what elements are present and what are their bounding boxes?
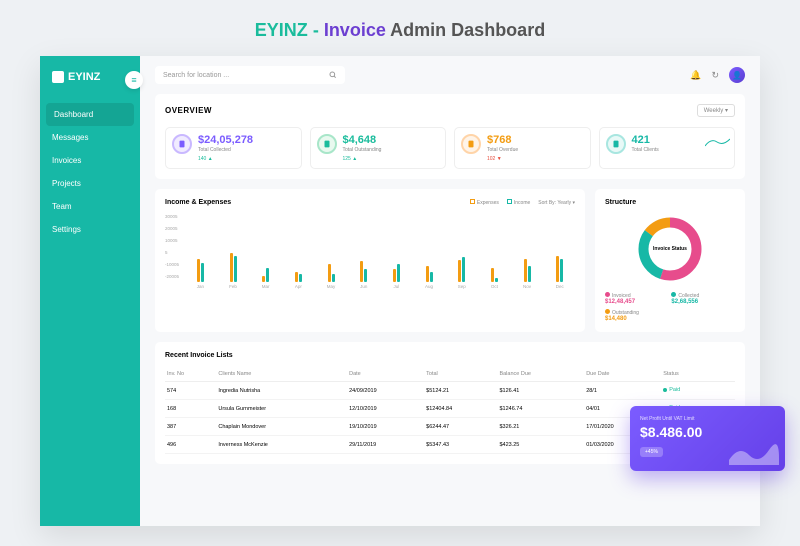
search-input[interactable]: Search for location ... [155,66,345,84]
stat-card: 421Total Clients [599,127,736,169]
logo-icon [52,71,64,83]
donut-chart: Invoice Status [635,214,705,284]
table-title: Recent Invoice Lists [165,352,735,359]
status-badge: Paid [663,387,680,393]
column-header: Clients Name [216,367,347,382]
stat-icon [461,134,481,154]
stat-card: $24,05,278Total Collected140 ▲ [165,127,302,169]
stat-card: $4,648Total Outstanding125 ▲ [310,127,447,169]
sidebar-item-invoices[interactable]: Invoices [40,149,140,172]
legend-item: Outstanding$14,480 [605,309,667,322]
structure-card: Structure Invoice Status Invoiced$12,48,… [595,189,745,332]
sort-dropdown[interactable]: Yearly ▾ [557,200,575,206]
bar-group: Jul [381,217,412,289]
bar-group: Oct [479,217,510,289]
page-title: EYINZ - Invoice Admin Dashboard [0,20,800,41]
column-header: Status [661,367,735,382]
search-icon [329,71,337,79]
bar-chart: 3000520005100055-10005-20005 JanFebMarAp… [165,214,575,289]
sidebar: EYINZ DashboardMessagesInvoicesProjectsT… [40,56,140,526]
avatar[interactable]: 👤 [729,67,745,83]
bar-group: Mar [250,217,281,289]
legend-item: Invoiced$12,48,457 [605,292,667,305]
overview-filter-dropdown[interactable]: Weekly ▾ [697,104,735,117]
column-header: Inv. No [165,367,216,382]
sidebar-item-messages[interactable]: Messages [40,126,140,149]
income-expenses-card: Income & Expenses Expenses Income Sort B… [155,189,585,332]
overview-card: OVERVIEW Weekly ▾ $24,05,278Total Collec… [155,94,745,179]
bar-group: Nov [512,217,543,289]
legend-item: Collected$2,68,556 [671,292,733,305]
bar-group: Apr [283,217,314,289]
notification-icon[interactable]: 🔔 [690,70,701,81]
menu-toggle-button[interactable]: ≡ [125,71,143,89]
refresh-icon[interactable]: ↻ [711,70,719,81]
sidebar-item-settings[interactable]: Settings [40,218,140,241]
sidebar-item-dashboard[interactable]: Dashboard [46,103,134,126]
table-row[interactable]: 574Ingredia Nutrisha24/09/2019$5124.21$1… [165,382,735,400]
bar-group: Jan [185,217,216,289]
stat-icon [606,134,626,154]
bar-group: Aug [414,217,445,289]
wave-icon [729,440,779,465]
bar-group: Dec [544,217,575,289]
nav-list: DashboardMessagesInvoicesProjectsTeamSet… [40,103,140,241]
chart-title: Income & Expenses [165,199,231,206]
app-window: EYINZ DashboardMessagesInvoicesProjectsT… [40,56,760,526]
bar-group: Jun [348,217,379,289]
structure-title: Structure [605,199,735,206]
column-header: Date [347,367,424,382]
stat-icon [317,134,337,154]
sidebar-item-projects[interactable]: Projects [40,172,140,195]
column-header: Balance Due [497,367,584,382]
overview-title: OVERVIEW [165,106,212,115]
bar-group: May [316,217,347,289]
sidebar-item-team[interactable]: Team [40,195,140,218]
stat-card: $768Total Overdue102 ▼ [454,127,591,169]
column-header: Due Date [584,367,661,382]
profit-badge: +45% [640,447,663,457]
chart-legend: Expenses Income Sort By: Yearly ▾ [470,199,575,206]
bar-group: Feb [218,217,249,289]
topbar: Search for location ... 🔔 ↻ 👤 [155,66,745,84]
bar-group: Sep [446,217,477,289]
net-profit-card: Net Profit Until VAT Limit $8.486.00 +45… [630,406,785,471]
stat-icon [172,134,192,154]
sparkline-icon [705,136,730,148]
column-header: Total [424,367,497,382]
